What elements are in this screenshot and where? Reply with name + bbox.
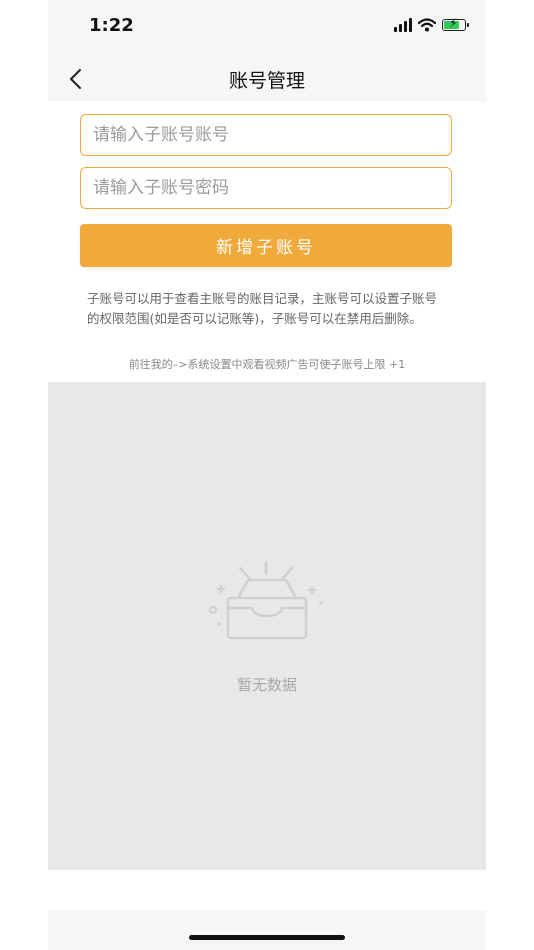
empty-state-text: 暂无数据 — [236, 676, 297, 694]
description-text: 子账号可以用于查看主账号的账目记录，主账号可以设置子账号的权限范围(如是否可以记… — [87, 291, 438, 326]
password-field-wrapper — [80, 167, 452, 209]
battery-icon: ⚡ — [442, 17, 469, 31]
add-sub-account-button[interactable]: 新增子账号 — [80, 224, 452, 267]
hint-text: 前往我的–>系统设置中观看视频广告可使子账号上限 +1 — [128, 358, 406, 371]
account-field-wrapper — [80, 114, 452, 156]
status-bar: 1:22 ⚡ — [48, 0, 486, 56]
signal-icon — [394, 18, 412, 32]
nav-bar: 账号管理 — [48, 56, 486, 102]
bottom-bar — [48, 910, 486, 950]
phone-screen: 1:22 ⚡ 账号管理 新增子账号 — [48, 0, 486, 950]
status-time: 1:22 — [89, 15, 134, 36]
empty-inbox-icon — [209, 560, 323, 640]
account-input[interactable] — [81, 115, 451, 155]
page-title: 账号管理 — [228, 70, 305, 92]
home-indicator[interactable] — [189, 935, 345, 940]
status-icons: ⚡ — [394, 17, 469, 32]
wifi-icon — [418, 18, 436, 32]
sub-account-list: 暂无数据 — [48, 382, 486, 870]
password-input[interactable] — [81, 168, 451, 208]
